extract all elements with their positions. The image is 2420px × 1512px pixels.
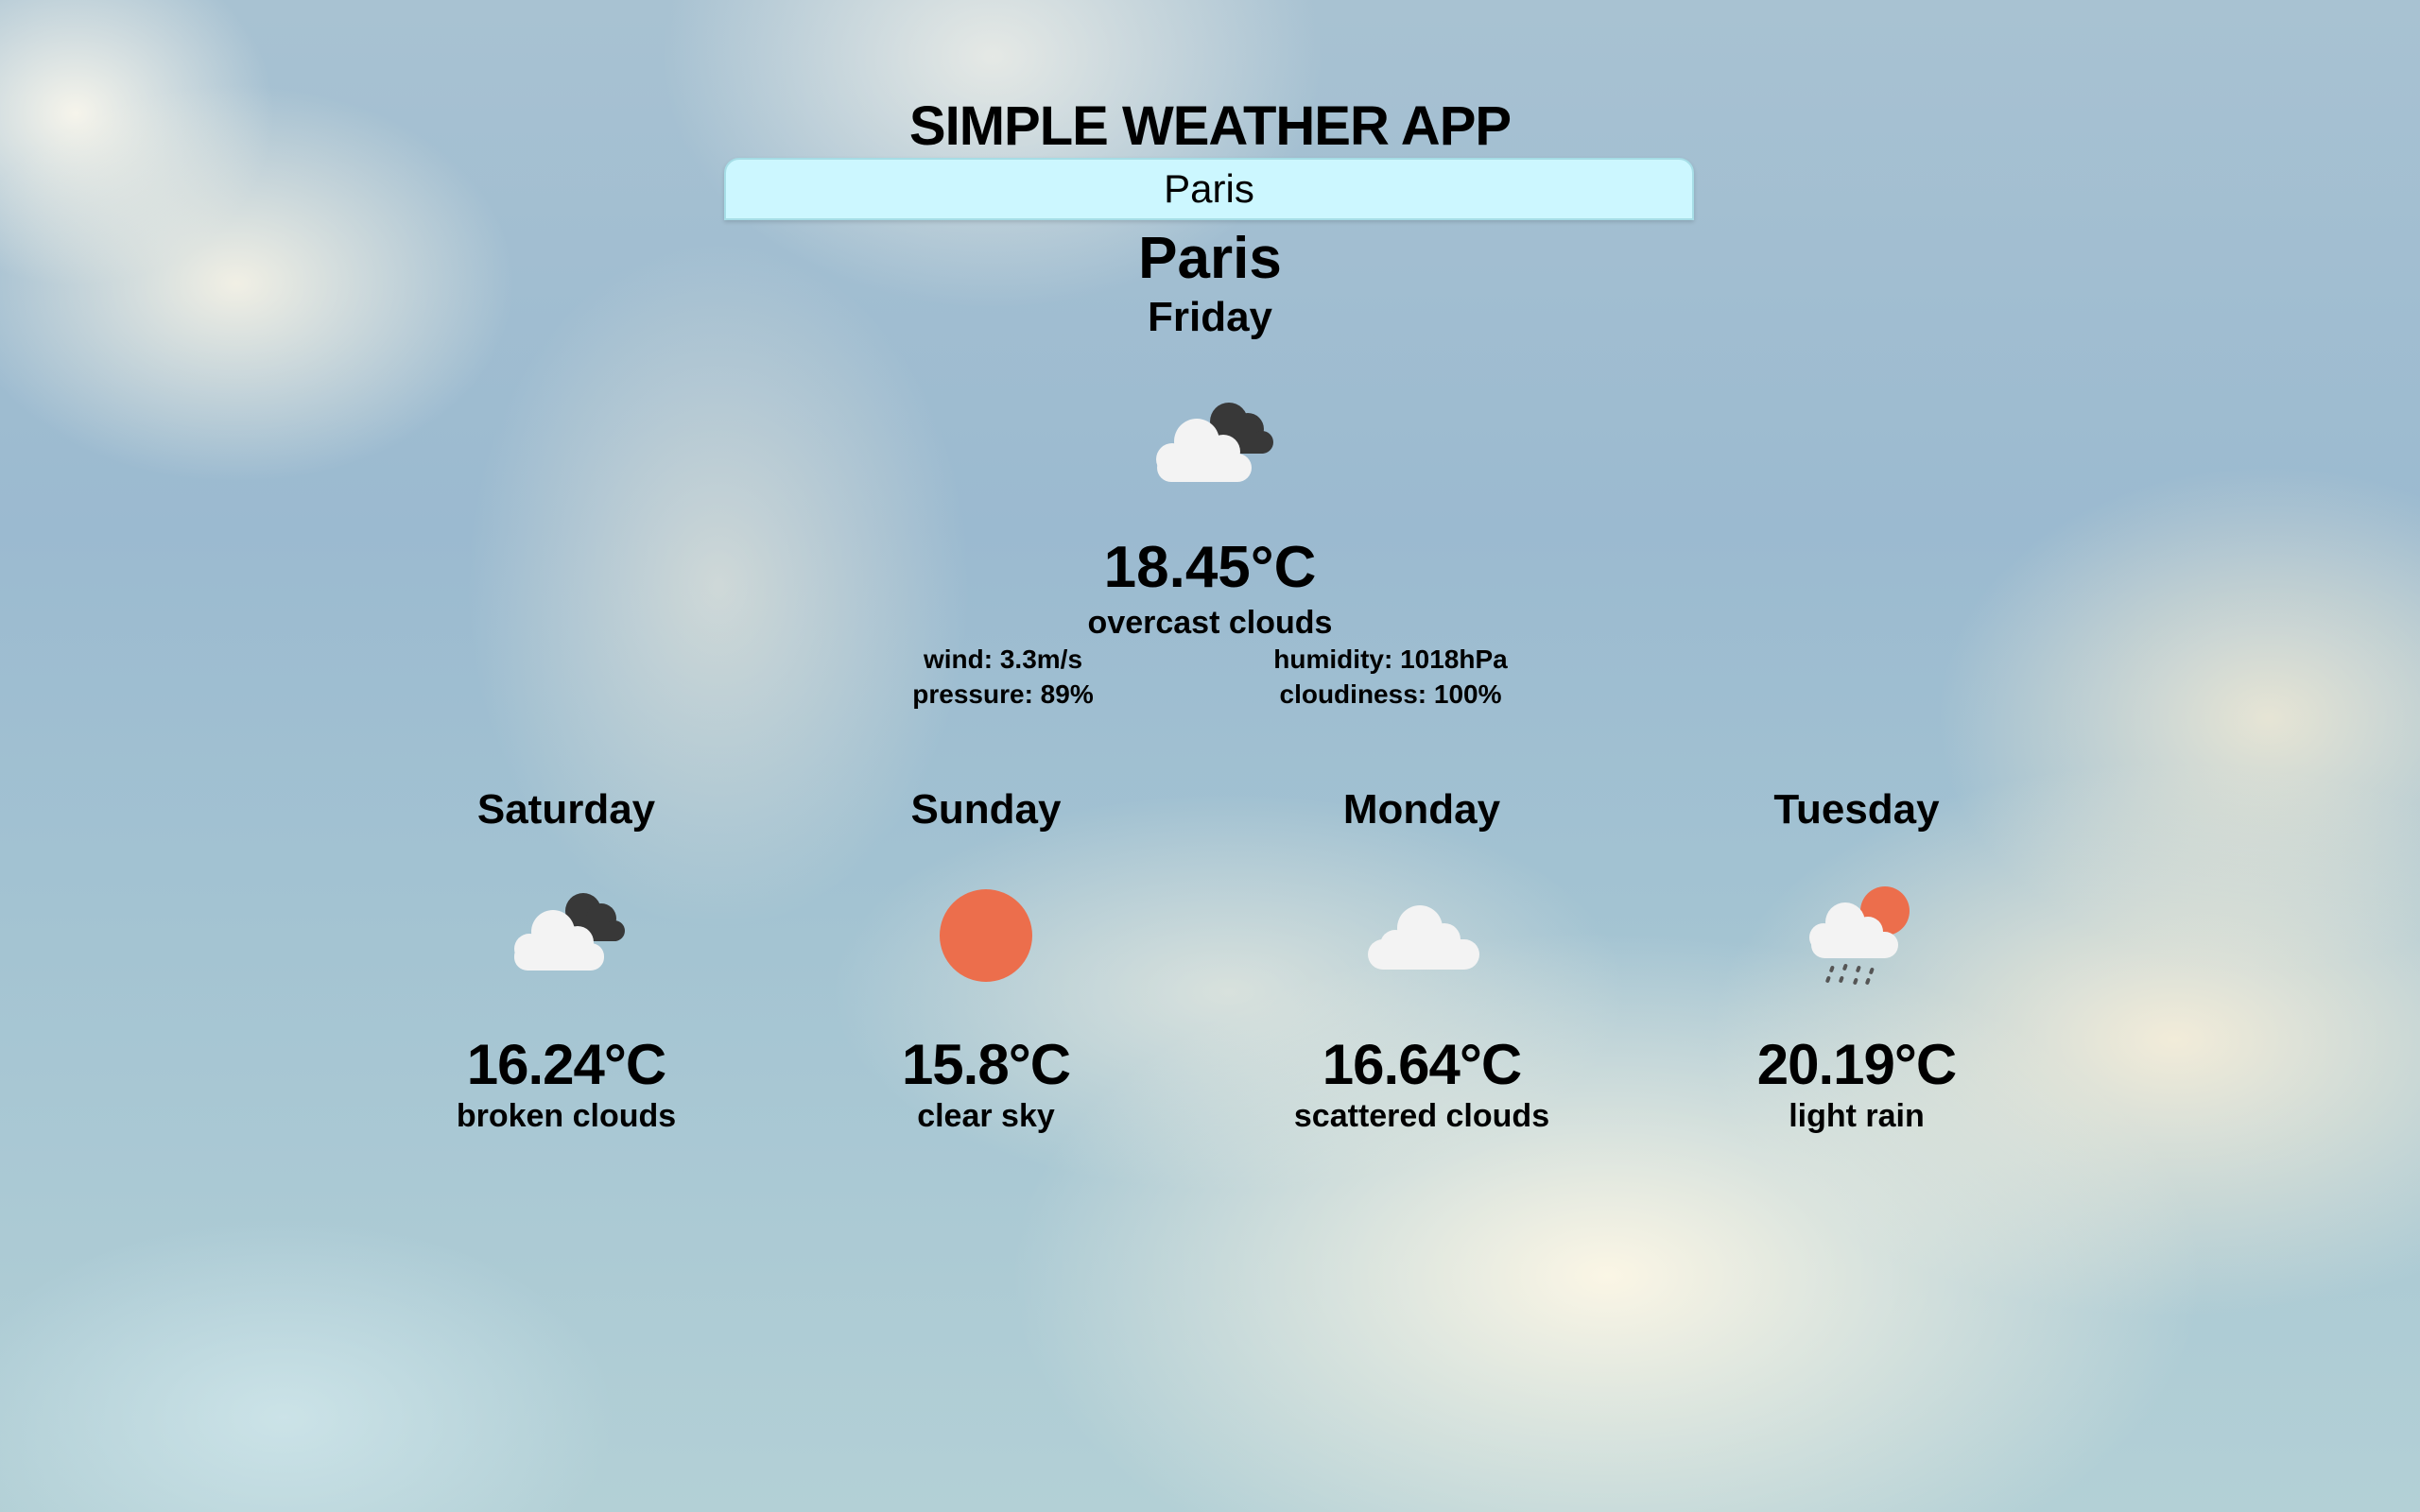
forecast-temperature: 16.24°C — [466, 1033, 666, 1096]
forecast-temperature: 16.64°C — [1322, 1033, 1522, 1096]
city-search-input[interactable] — [724, 158, 1694, 220]
clear-sky-sun-icon — [940, 889, 1032, 982]
forecast-day-name: Monday — [1342, 786, 1501, 833]
forecast-temperature: 20.19°C — [1756, 1033, 1957, 1096]
cloudiness-detail: cloudiness: 100% — [1279, 679, 1502, 709]
forecast-day-name: Saturday — [476, 786, 656, 833]
weather-app: SIMPLE WEATHER APP Paris Friday 18.45°C … — [0, 0, 2420, 1512]
forecast-day-card: Sunday 15.8°C clear sky — [787, 786, 1184, 1164]
current-temperature: 18.45°C — [1103, 535, 1317, 600]
current-description: overcast clouds — [1087, 605, 1333, 641]
humidity-detail: humidity: 1018hPa — [1273, 644, 1508, 674]
current-city-name: Paris — [1138, 226, 1282, 291]
forecast-day-card: Saturday 16.24°C broken clouds — [368, 786, 765, 1164]
forecast-description: light rain — [1789, 1098, 1925, 1134]
forecast-day-name: Sunday — [910, 786, 1062, 833]
forecast-description: clear sky — [917, 1098, 1055, 1134]
pressure-detail: pressure: 89% — [912, 679, 1094, 709]
forecast-day-card: Monday 16.64°C scattered clouds — [1223, 786, 1620, 1164]
forecast-description: broken clouds — [456, 1098, 677, 1134]
broken-clouds-icon — [1156, 403, 1273, 482]
forecast-temperature: 15.8°C — [901, 1033, 1071, 1096]
forecast-description: scattered clouds — [1293, 1098, 1550, 1134]
current-day-name: Friday — [1147, 294, 1273, 340]
scattered-clouds-icon — [1368, 905, 1479, 970]
broken-clouds-icon — [514, 893, 625, 971]
light-rain-icon — [1809, 886, 1910, 985]
app-title: SIMPLE WEATHER APP — [908, 95, 1512, 157]
forecast-day-card: Tuesday 20.19°C light rain — [1658, 786, 2055, 1164]
forecast-day-name: Tuesday — [1773, 786, 1940, 833]
wind-detail: wind: 3.3m/s — [923, 644, 1083, 674]
